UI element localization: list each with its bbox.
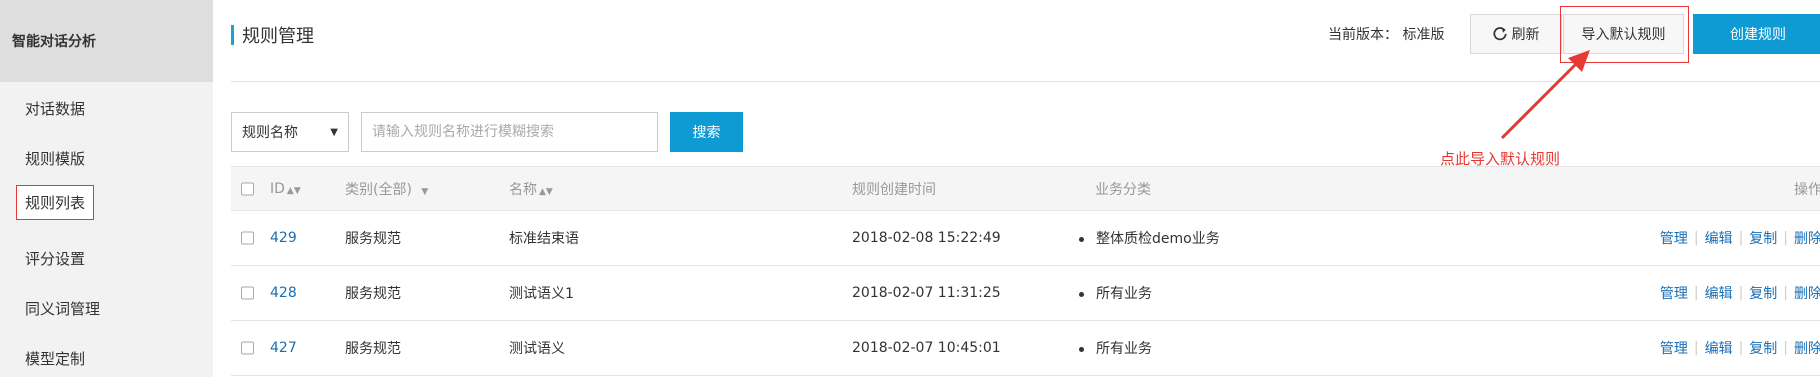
edit-link[interactable]: 编辑 [1705,228,1733,248]
row-checkbox[interactable] [241,286,254,300]
copy-link[interactable]: 复制 [1749,338,1777,358]
separator: | [1783,230,1788,246]
refresh-icon [1492,27,1507,41]
separator: | [1738,230,1744,246]
import-default-rules-button[interactable]: 导入默认规则 [1563,14,1684,54]
rule-category: 服务规范 [345,341,401,357]
rule-id-link[interactable]: 428 [270,285,297,301]
header-divider [231,81,1820,82]
table-row: 427 服务规范 测试语义 2018-02-07 10:45:01 所有业务 管… [231,321,1820,376]
rule-category: 服务规范 [345,286,401,302]
row-checkbox[interactable] [241,341,254,355]
column-id[interactable]: ID ▲▼ [270,181,301,197]
rule-name: 测试语义 [509,341,565,357]
edit-link[interactable]: 编辑 [1705,338,1733,358]
sidebar-item-rule-templates[interactable]: 规则模版 [25,148,85,169]
search-button[interactable]: 搜索 [670,112,743,152]
version-value: 标准版 [1402,27,1445,43]
business-label: 所有业务 [1096,286,1152,302]
sidebar-item-dialog-data[interactable]: 对话数据 [25,98,85,119]
rule-category: 服务规范 [345,231,401,247]
sidebar-item-model-customization[interactable]: 模型定制 [25,348,85,369]
column-operations: 操作 [1794,181,1820,198]
column-category-label: 类别(全部) [345,181,412,198]
separator: | [1738,340,1744,356]
rule-created-time: 2018-02-08 15:22:49 [852,230,1001,246]
title-accent-bar [231,25,234,45]
sidebar-item-rule-list[interactable]: 规则列表 [16,185,95,220]
version-info: 当前版本： 标准版 [1328,24,1444,44]
rule-business-category: 所有业务 [1079,283,1152,303]
sidebar-title: 智能对话分析 [0,0,213,82]
copy-link[interactable]: 复制 [1749,228,1777,248]
sort-icon: ▲▼ [539,186,553,197]
create-rule-button[interactable]: 创建规则 [1693,14,1820,54]
page-title: 规则管理 [242,26,314,47]
table-row: 428 服务规范 测试语义1 2018-02-07 11:31:25 所有业务 … [231,266,1820,321]
manage-link[interactable]: 管理 [1660,338,1688,358]
business-label: 所有业务 [1096,341,1152,357]
rule-name: 测试语义1 [509,286,574,302]
bullet-icon [1079,291,1084,297]
separator: | [1738,285,1744,301]
delete-link[interactable]: 删除 [1794,228,1820,248]
separator: | [1783,285,1788,301]
separator: | [1693,285,1699,301]
rule-created-time: 2018-02-07 10:45:01 [852,340,1001,356]
caret-down-icon: ▼ [330,126,338,138]
separator: | [1693,340,1699,356]
separator: | [1693,230,1699,246]
caret-down-icon: ▼ [421,186,429,197]
rules-table: ID ▲▼ 类别(全部) ▼ 名称 ▲▼ 规则创建时间 业务分类 操作 429 服务… [231,166,1820,376]
rule-business-category: 整体质检demo业务 [1079,228,1220,248]
sidebar-item-synonym-management[interactable]: 同义词管理 [25,298,100,319]
column-name-label: 名称 [509,181,537,198]
page-header: 规则管理 [231,22,314,48]
delete-link[interactable]: 删除 [1794,283,1820,303]
rule-name: 标准结束语 [509,231,579,247]
version-label: 当前版本： [1328,27,1398,43]
sidebar-item-scoring-settings[interactable]: 评分设置 [25,248,85,269]
select-all-checkbox[interactable] [241,182,254,195]
business-label: 整体质检demo业务 [1096,231,1220,247]
rule-id-link[interactable]: 429 [270,230,297,246]
refresh-label: 刷新 [1511,27,1540,43]
separator: | [1783,340,1788,356]
sidebar: 智能对话分析 对话数据 规则模版 规则列表 评分设置 同义词管理 模型定制 [0,0,213,377]
search-input[interactable] [361,112,658,152]
row-operations: 管理 | 编辑 | 复制 | 删除 [1660,283,1820,303]
bullet-icon [1079,236,1084,242]
sort-icon: ▲▼ [286,185,301,196]
refresh-button[interactable]: 刷新 [1470,14,1562,54]
copy-link[interactable]: 复制 [1749,283,1777,303]
column-name[interactable]: 名称 ▲▼ [509,179,553,199]
rule-business-category: 所有业务 [1079,338,1152,358]
manage-link[interactable]: 管理 [1660,283,1688,303]
table-row: 429 服务规范 标准结束语 2018-02-08 15:22:49 整体质检d… [231,211,1820,266]
search-field-select[interactable]: 规则名称 ▼ [231,112,349,152]
table-header: ID ▲▼ 类别(全部) ▼ 名称 ▲▼ 规则创建时间 业务分类 操作 [231,166,1820,211]
delete-link[interactable]: 删除 [1794,338,1820,358]
column-category-filter[interactable]: 类别(全部) ▼ [345,179,428,199]
column-created-time: 规则创建时间 [852,181,936,198]
manage-link[interactable]: 管理 [1660,228,1688,248]
edit-link[interactable]: 编辑 [1705,283,1733,303]
row-operations: 管理 | 编辑 | 复制 | 删除 [1660,228,1820,248]
rule-id-link[interactable]: 427 [270,340,297,356]
column-business-category: 业务分类 [1095,181,1151,198]
main-content: 规则管理 当前版本： 标准版 刷新 导入默认规则 创建规则 规则名称 ▼ 搜索 … [213,0,1820,377]
column-id-label: ID [270,180,285,197]
search-field-select-value: 规则名称 [242,125,298,141]
rule-created-time: 2018-02-07 11:31:25 [852,285,1001,301]
row-checkbox[interactable] [241,231,254,245]
row-operations: 管理 | 编辑 | 复制 | 删除 [1660,338,1820,358]
bullet-icon [1079,346,1084,352]
